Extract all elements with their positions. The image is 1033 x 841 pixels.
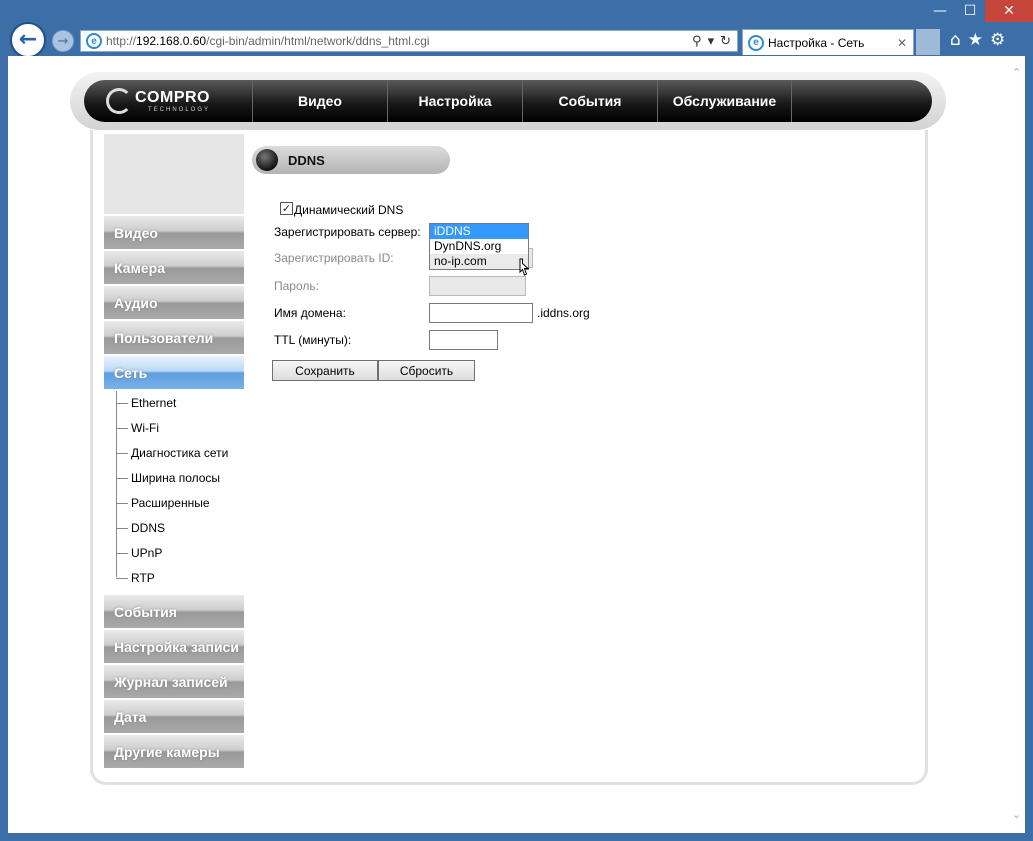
ie-logo-icon: e xyxy=(86,33,102,49)
address-path: /cgi-bin/admin/html/network/ddns_html.cg… xyxy=(206,34,430,48)
ttl-label: TTL (минуты): xyxy=(274,333,352,347)
submenu-item-advanced[interactable]: Расширенные xyxy=(116,496,210,510)
close-window-button[interactable]: ✕ xyxy=(985,0,1033,22)
register-id-label: Зарегистрировать ID: xyxy=(274,251,394,265)
sidebar-preview-area xyxy=(104,134,244,214)
domain-input[interactable] xyxy=(429,303,533,323)
sidebar-item-users[interactable]: Пользователи xyxy=(104,321,244,354)
domain-suffix: .iddns.org xyxy=(537,306,590,320)
dynamic-dns-checkbox[interactable]: ✓ xyxy=(280,202,293,215)
minimize-button[interactable]: — xyxy=(925,0,955,22)
submenu-item-diagnostics[interactable]: Диагностика сети xyxy=(116,446,228,460)
ttl-input[interactable] xyxy=(429,330,498,350)
top-navbar: COMPRO TECHNOLOGY Видео Настройка Событи… xyxy=(84,80,932,122)
window-controls: — ☐ ✕ xyxy=(925,0,1033,22)
register-server-label: Зарегистрировать сервер: xyxy=(274,225,421,239)
register-server-dropdown[interactable]: iDDNS DynDNS.org no-ip.com xyxy=(429,223,529,270)
sidebar-item-recording-settings[interactable]: Настройка записи xyxy=(104,630,244,663)
tab-title: Настройка - Сеть xyxy=(768,35,865,50)
toolbar-icons: ⌂ ★ ⚙ xyxy=(950,30,1005,50)
submenu-item-ddns[interactable]: DDNS xyxy=(116,521,165,535)
sidebar-item-events[interactable]: События xyxy=(104,595,244,628)
browser-tab[interactable]: e Настройка - Сеть ✕ xyxy=(742,29,914,55)
vertical-scrollbar[interactable]: ⌃ ⌄ xyxy=(1008,56,1025,833)
server-option-iddns[interactable]: iDDNS xyxy=(430,224,528,239)
address-url[interactable]: http://192.168.0.60/cgi-bin/admin/html/n… xyxy=(106,34,692,48)
tab-close-icon[interactable]: ✕ xyxy=(897,36,913,50)
refresh-icon[interactable]: ↻ xyxy=(720,34,731,49)
submenu-item-bandwidth[interactable]: Ширина полосы xyxy=(116,471,220,485)
new-tab-button[interactable] xyxy=(916,29,940,55)
back-icon: ← xyxy=(18,27,38,52)
logo-main-text: COMPRO xyxy=(135,89,210,106)
sidebar-item-video[interactable]: Видео xyxy=(104,216,244,249)
back-button[interactable]: ← xyxy=(10,22,46,58)
page-viewport: COMPRO TECHNOLOGY Видео Настройка Событи… xyxy=(8,56,1025,833)
sidebar-item-other-cameras[interactable]: Другие камеры xyxy=(104,735,244,768)
mouse-pointer-icon xyxy=(519,258,530,276)
tab-ie-icon: e xyxy=(748,34,764,51)
top-menu-maintenance[interactable]: Обслуживание xyxy=(657,80,792,122)
password-label: Пароль: xyxy=(274,279,319,293)
dropdown-arrow-icon[interactable]: ▾ xyxy=(708,34,715,49)
sidebar-item-recording-log[interactable]: Журнал записей xyxy=(104,665,244,698)
scroll-up-icon[interactable]: ⌃ xyxy=(1008,64,1025,81)
home-icon[interactable]: ⌂ xyxy=(950,30,961,50)
scroll-down-icon[interactable]: ⌄ xyxy=(1008,806,1025,823)
compro-logo[interactable]: COMPRO TECHNOLOGY xyxy=(84,80,252,122)
section-title: DDNS xyxy=(252,146,450,174)
network-submenu: Ethernet Wi-Fi Диагностика сети Ширина п… xyxy=(104,391,244,591)
address-bar[interactable]: e http://192.168.0.60/cgi-bin/admin/html… xyxy=(80,30,738,52)
top-menu-settings[interactable]: Настройка xyxy=(387,80,522,122)
save-button[interactable]: Сохранить xyxy=(272,360,378,381)
top-menu-events[interactable]: События xyxy=(522,80,657,122)
sidebar-item-date[interactable]: Дата xyxy=(104,700,244,733)
sidebar-item-camera[interactable]: Камера xyxy=(104,251,244,284)
section-bullet-icon xyxy=(256,149,278,171)
search-icon[interactable]: ⚲ xyxy=(692,34,702,49)
server-option-noip[interactable]: no-ip.com xyxy=(430,254,528,269)
address-host: 192.168.0.60 xyxy=(136,34,207,48)
password-input[interactable] xyxy=(429,276,526,296)
submenu-item-upnp[interactable]: UPnP xyxy=(116,546,162,560)
forward-button[interactable]: → xyxy=(52,30,74,52)
section-title-text: DDNS xyxy=(288,152,325,168)
sidebar: Видео Камера Аудио Пользователи Сеть Eth… xyxy=(104,216,244,770)
dynamic-dns-label: Динамический DNS xyxy=(294,203,404,217)
reset-button[interactable]: Сбросить xyxy=(378,360,475,381)
submenu-item-ethernet[interactable]: Ethernet xyxy=(116,396,176,410)
top-menu-video[interactable]: Видео xyxy=(252,80,387,122)
forward-icon: → xyxy=(57,33,69,49)
sidebar-item-audio[interactable]: Аудио xyxy=(104,286,244,319)
submenu-item-wifi[interactable]: Wi-Fi xyxy=(116,421,159,435)
sidebar-item-network[interactable]: Сеть xyxy=(104,356,244,389)
maximize-button[interactable]: ☐ xyxy=(955,0,985,22)
logo-ring-icon xyxy=(106,88,132,114)
server-option-dyndns[interactable]: DynDNS.org xyxy=(430,239,528,254)
logo-sub-text: TECHNOLOGY xyxy=(147,107,210,113)
domain-label: Имя домена: xyxy=(274,306,346,320)
favorites-star-icon[interactable]: ★ xyxy=(968,30,983,50)
browser-chrome: — ☐ ✕ ← → e http://192.168.0.60/cgi-bin/… xyxy=(0,0,1033,58)
submenu-item-rtp[interactable]: RTP xyxy=(116,571,155,585)
address-prefix: http:// xyxy=(106,34,137,48)
settings-gear-icon[interactable]: ⚙ xyxy=(990,30,1005,50)
